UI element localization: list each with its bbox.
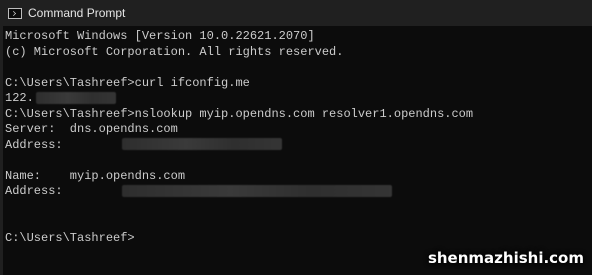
watermark: shenmazhishi.com: [427, 249, 584, 267]
redacted-ip: [35, 91, 116, 104]
server-address-line: Address:: [5, 138, 592, 154]
title-bar[interactable]: Command Prompt: [0, 0, 592, 26]
address-label: Address:: [5, 137, 63, 152]
ip-prefix: 122.: [5, 91, 34, 105]
command-line: C:\Users\Tashreef>nslookup myip.opendns.…: [5, 106, 474, 121]
copyright-line: (c) Microsoft Corporation. All rights re…: [5, 44, 344, 59]
prompt-line: C:\Users\Tashreef>: [5, 230, 135, 245]
name-line: Name: myip.opendns.com: [5, 168, 186, 183]
curl-output-line: 122.: [5, 91, 592, 107]
command-line: C:\Users\Tashreef>curl ifconfig.me: [5, 75, 250, 90]
window-title: Command Prompt: [28, 6, 126, 20]
terminal-icon: [8, 7, 22, 19]
public-address-line: Address:: [5, 184, 592, 200]
command-prompt-window: Command Prompt Microsoft Windows [Versio…: [0, 0, 592, 275]
redacted-public-address: [121, 184, 392, 197]
server-line: Server: dns.opendns.com: [5, 122, 178, 136]
console-output[interactable]: Microsoft Windows [Version 10.0.22621.20…: [3, 26, 592, 275]
banner-line: Microsoft Windows [Version 10.0.22621.20…: [5, 29, 315, 43]
address-label: Address:: [5, 184, 63, 198]
redacted-server-address: [121, 138, 282, 151]
